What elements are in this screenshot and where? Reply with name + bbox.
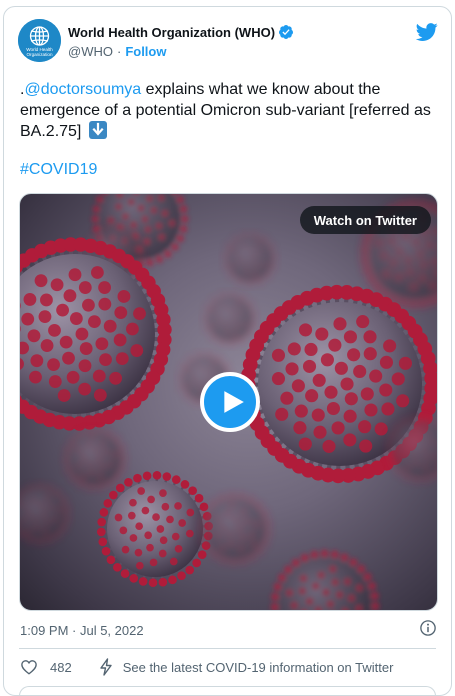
divider <box>19 648 436 649</box>
who-logo-icon: World Health Organization <box>18 19 61 62</box>
display-name[interactable]: World Health Organization (WHO) <box>68 25 275 40</box>
info-icon[interactable] <box>419 619 437 637</box>
virus-particle <box>271 550 380 611</box>
virus-particle <box>224 233 277 286</box>
play-button[interactable] <box>200 372 260 432</box>
virus-particle <box>97 471 213 587</box>
lightning-icon <box>98 658 114 676</box>
separator-dot: · <box>117 44 121 59</box>
follow-button[interactable]: Follow <box>125 44 166 59</box>
like-count: 482 <box>50 660 72 675</box>
verified-badge-icon <box>278 24 294 40</box>
twitter-bird-icon[interactable] <box>416 21 438 43</box>
mention-link[interactable]: @doctorsoumya <box>24 81 141 98</box>
reply-box-edge <box>19 686 436 696</box>
latest-info-link[interactable]: See the latest COVID-19 information on T… <box>98 658 394 676</box>
avatar[interactable]: World Health Organization <box>18 19 61 62</box>
play-icon <box>220 389 246 415</box>
tweet-card[interactable]: World Health Organization World Health O… <box>3 6 452 696</box>
virus-particle <box>203 293 256 346</box>
virus-particle <box>20 237 172 430</box>
tweet-text: .@doctorsoumya explains what we know abo… <box>20 79 440 142</box>
like-button[interactable]: 482 <box>20 658 72 676</box>
account-names: World Health Organization (WHO) @WHO · F… <box>68 22 294 59</box>
virus-particle <box>20 484 70 544</box>
watch-on-twitter-button[interactable]: Watch on Twitter <box>300 206 431 234</box>
down-arrow-emoji-icon <box>89 121 107 139</box>
hashtag-link[interactable]: #COVID19 <box>20 161 97 179</box>
video-player[interactable]: Watch on Twitter <box>19 193 438 611</box>
avatar-text-line2: Organization <box>26 52 52 57</box>
tweet-actions: 482 See the latest COVID-19 information … <box>20 657 436 677</box>
virus-particle <box>64 428 127 490</box>
account-handle[interactable]: @WHO <box>68 44 113 59</box>
tweet-timestamp[interactable]: 1:09 PM · Jul 5, 2022 <box>20 623 144 638</box>
tweet-header: World Health Organization World Health O… <box>17 17 439 67</box>
heart-icon <box>20 658 38 676</box>
latest-info-label: See the latest COVID-19 information on T… <box>123 660 394 675</box>
virus-particle <box>199 493 271 565</box>
